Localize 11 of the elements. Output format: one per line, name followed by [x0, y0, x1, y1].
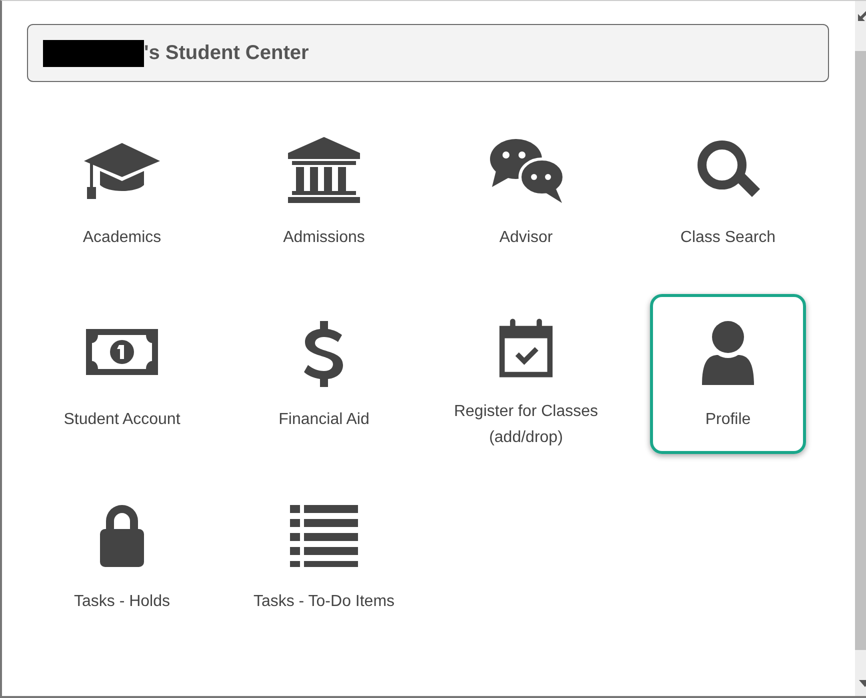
tile-link[interactable]: Tasks - To-Do Items [246, 476, 402, 636]
tile-link[interactable]: Academics [44, 112, 200, 272]
tile-link[interactable]: Admissions [246, 112, 402, 272]
page-title: 's Student Center [144, 41, 309, 66]
tile-link[interactable]: Advisor [448, 112, 604, 272]
tile-link[interactable]: Student Account [44, 294, 200, 454]
tile-link[interactable]: Financial Aid [246, 294, 402, 454]
tile-link[interactable]: Class Search [650, 112, 806, 272]
tile-link[interactable]: Profile [650, 294, 806, 454]
tile-link[interactable]: Tasks - Holds [44, 476, 200, 636]
tile-link[interactable]: Register for Classes (add/drop) [448, 294, 604, 454]
